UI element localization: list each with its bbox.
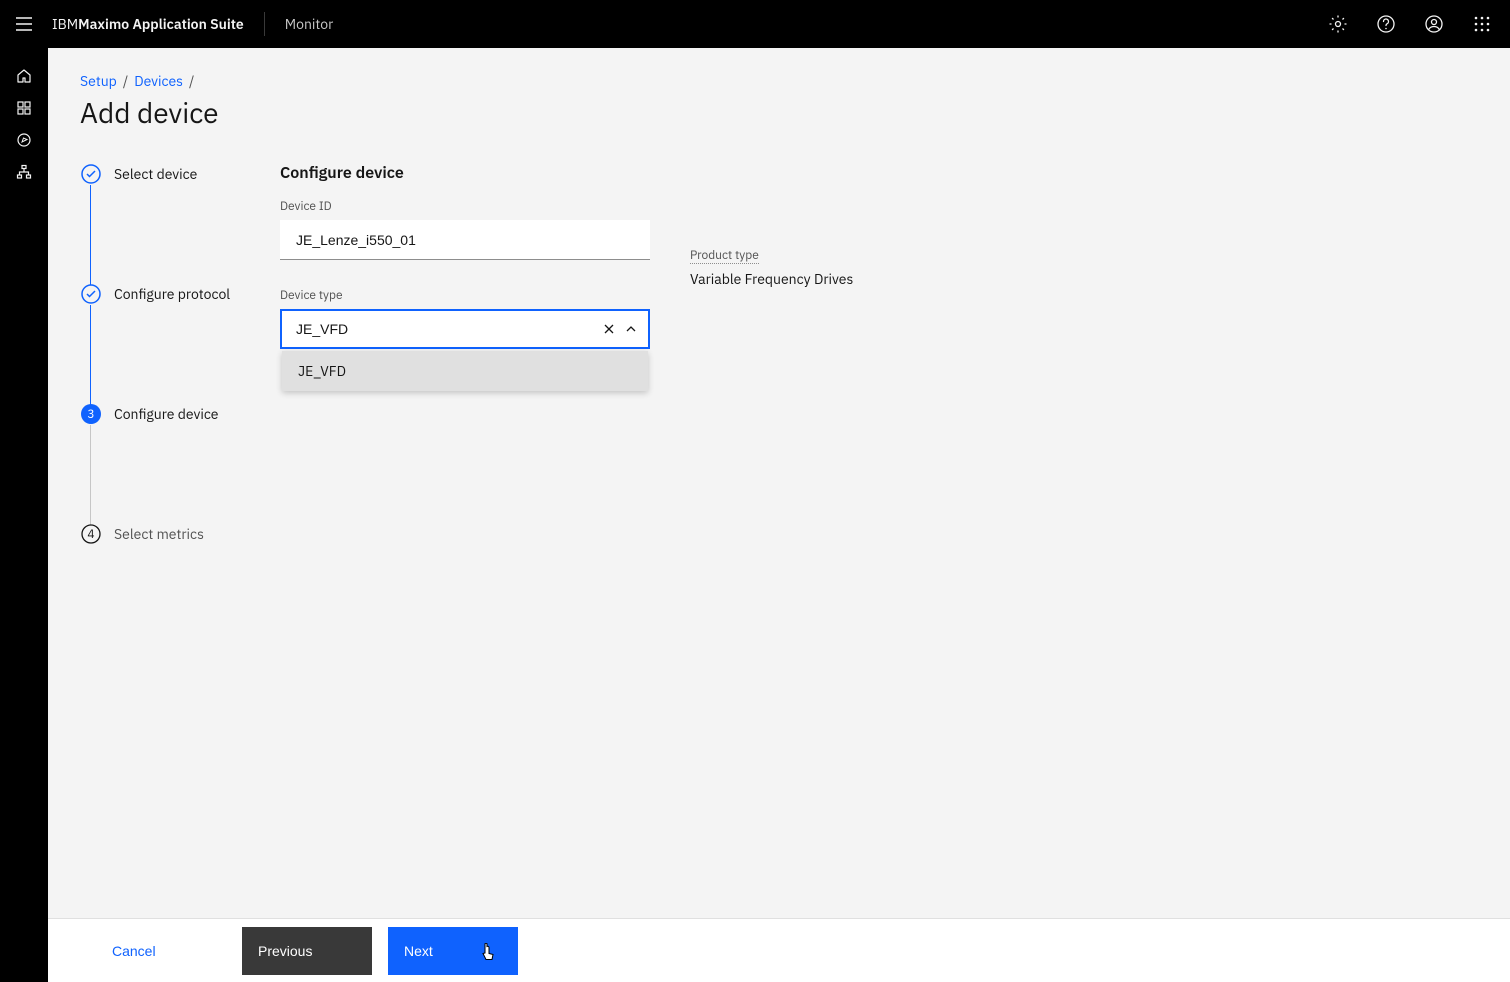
- current-step-icon: 3: [80, 403, 102, 425]
- pending-step-icon: 4: [80, 523, 102, 545]
- header-right: [1314, 0, 1506, 48]
- checkmark-icon: [80, 163, 102, 185]
- nav-home[interactable]: [0, 60, 48, 92]
- app-switcher-button[interactable]: [1458, 0, 1506, 48]
- compass-icon: [16, 132, 32, 148]
- hierarchy-icon: [16, 164, 32, 180]
- step-configure-device[interactable]: 3 Configure device: [80, 403, 260, 523]
- breadcrumb-setup[interactable]: Setup: [80, 72, 117, 90]
- cursor-pointer-icon: [480, 943, 496, 961]
- menu-icon: [14, 14, 34, 34]
- user-icon: [1424, 14, 1444, 34]
- menu-button[interactable]: [0, 0, 48, 48]
- settings-button[interactable]: [1314, 0, 1362, 48]
- header-left: IBM Maximo Application Suite Monitor: [0, 0, 349, 48]
- meta-column: Product type Variable Frequency Drives: [690, 163, 853, 563]
- form-area: Configure device Device ID Device type: [280, 163, 1478, 563]
- step-select-device[interactable]: Select device: [80, 163, 260, 283]
- device-type-dropdown: JE_VFD: [282, 351, 648, 391]
- product-title: IBM Maximo Application Suite: [48, 0, 260, 48]
- help-icon: [1376, 14, 1396, 34]
- breadcrumb: Setup / Devices /: [80, 72, 1478, 90]
- close-icon: [602, 322, 616, 336]
- field-device-id: Device ID: [280, 199, 650, 260]
- product-type-value: Variable Frequency Drives: [690, 270, 853, 288]
- page-header: Setup / Devices / Add device: [48, 48, 1510, 139]
- user-button[interactable]: [1410, 0, 1458, 48]
- checkmark-icon: [80, 283, 102, 305]
- app-name: Monitor: [269, 15, 350, 33]
- dashboard-icon: [16, 100, 32, 116]
- step-label: Select device: [114, 163, 260, 185]
- step-label: Configure protocol: [114, 283, 260, 305]
- breadcrumb-sep2: /: [189, 72, 194, 90]
- header-divider: [264, 12, 265, 36]
- brand-prefix: IBM: [52, 15, 78, 33]
- device-type-combobox[interactable]: JE_VFD: [280, 309, 650, 349]
- progress-stepper: Select device Configure protocol 3 Confi…: [80, 163, 260, 563]
- cancel-button[interactable]: Cancel: [96, 927, 226, 975]
- step-label: Select metrics: [114, 523, 260, 545]
- content: Select device Configure protocol 3 Confi…: [48, 139, 1510, 563]
- next-button[interactable]: Next: [388, 927, 518, 975]
- page-title: Add device: [80, 94, 1478, 131]
- home-icon: [16, 68, 32, 84]
- left-nav-rail: [0, 48, 48, 982]
- app-grid-icon: [1472, 14, 1492, 34]
- clear-button[interactable]: [602, 322, 616, 336]
- step-label: Configure device: [114, 403, 260, 425]
- step-select-metrics[interactable]: 4 Select metrics: [80, 523, 260, 563]
- gear-icon: [1328, 14, 1348, 34]
- breadcrumb-devices[interactable]: Devices: [134, 72, 183, 90]
- combo-controls: [602, 322, 648, 336]
- chevron-up-icon: [624, 322, 638, 336]
- page-body: Setup / Devices / Add device Select devi…: [48, 48, 1510, 982]
- previous-button[interactable]: Previous: [242, 927, 372, 975]
- step-connector: [90, 305, 91, 405]
- device-id-input[interactable]: [280, 220, 650, 260]
- help-button[interactable]: [1362, 0, 1410, 48]
- device-type-label: Device type: [280, 288, 650, 303]
- field-device-type: Device type JE_VFD: [280, 288, 650, 349]
- step-connector: [90, 185, 91, 285]
- nav-explore[interactable]: [0, 124, 48, 156]
- brand-name: Maximo Application Suite: [78, 15, 244, 33]
- toggle-button[interactable]: [624, 322, 638, 336]
- step-configure-protocol[interactable]: Configure protocol: [80, 283, 260, 403]
- breadcrumb-sep1: /: [123, 72, 128, 90]
- device-type-input[interactable]: [282, 311, 602, 347]
- step-connector: [90, 425, 91, 525]
- wizard-footer: Cancel Previous Next: [48, 918, 1510, 982]
- nav-dashboard[interactable]: [0, 92, 48, 124]
- product-type-label: Product type: [690, 248, 759, 264]
- top-header: IBM Maximo Application Suite Monitor: [0, 0, 1510, 48]
- nav-hierarchy[interactable]: [0, 156, 48, 188]
- svg-text:4: 4: [87, 527, 94, 542]
- device-id-label: Device ID: [280, 199, 650, 214]
- dropdown-option[interactable]: JE_VFD: [282, 351, 648, 391]
- form-column: Configure device Device ID Device type: [280, 163, 650, 563]
- next-label: Next: [404, 943, 433, 959]
- svg-text:3: 3: [87, 407, 94, 422]
- section-title: Configure device: [280, 163, 650, 183]
